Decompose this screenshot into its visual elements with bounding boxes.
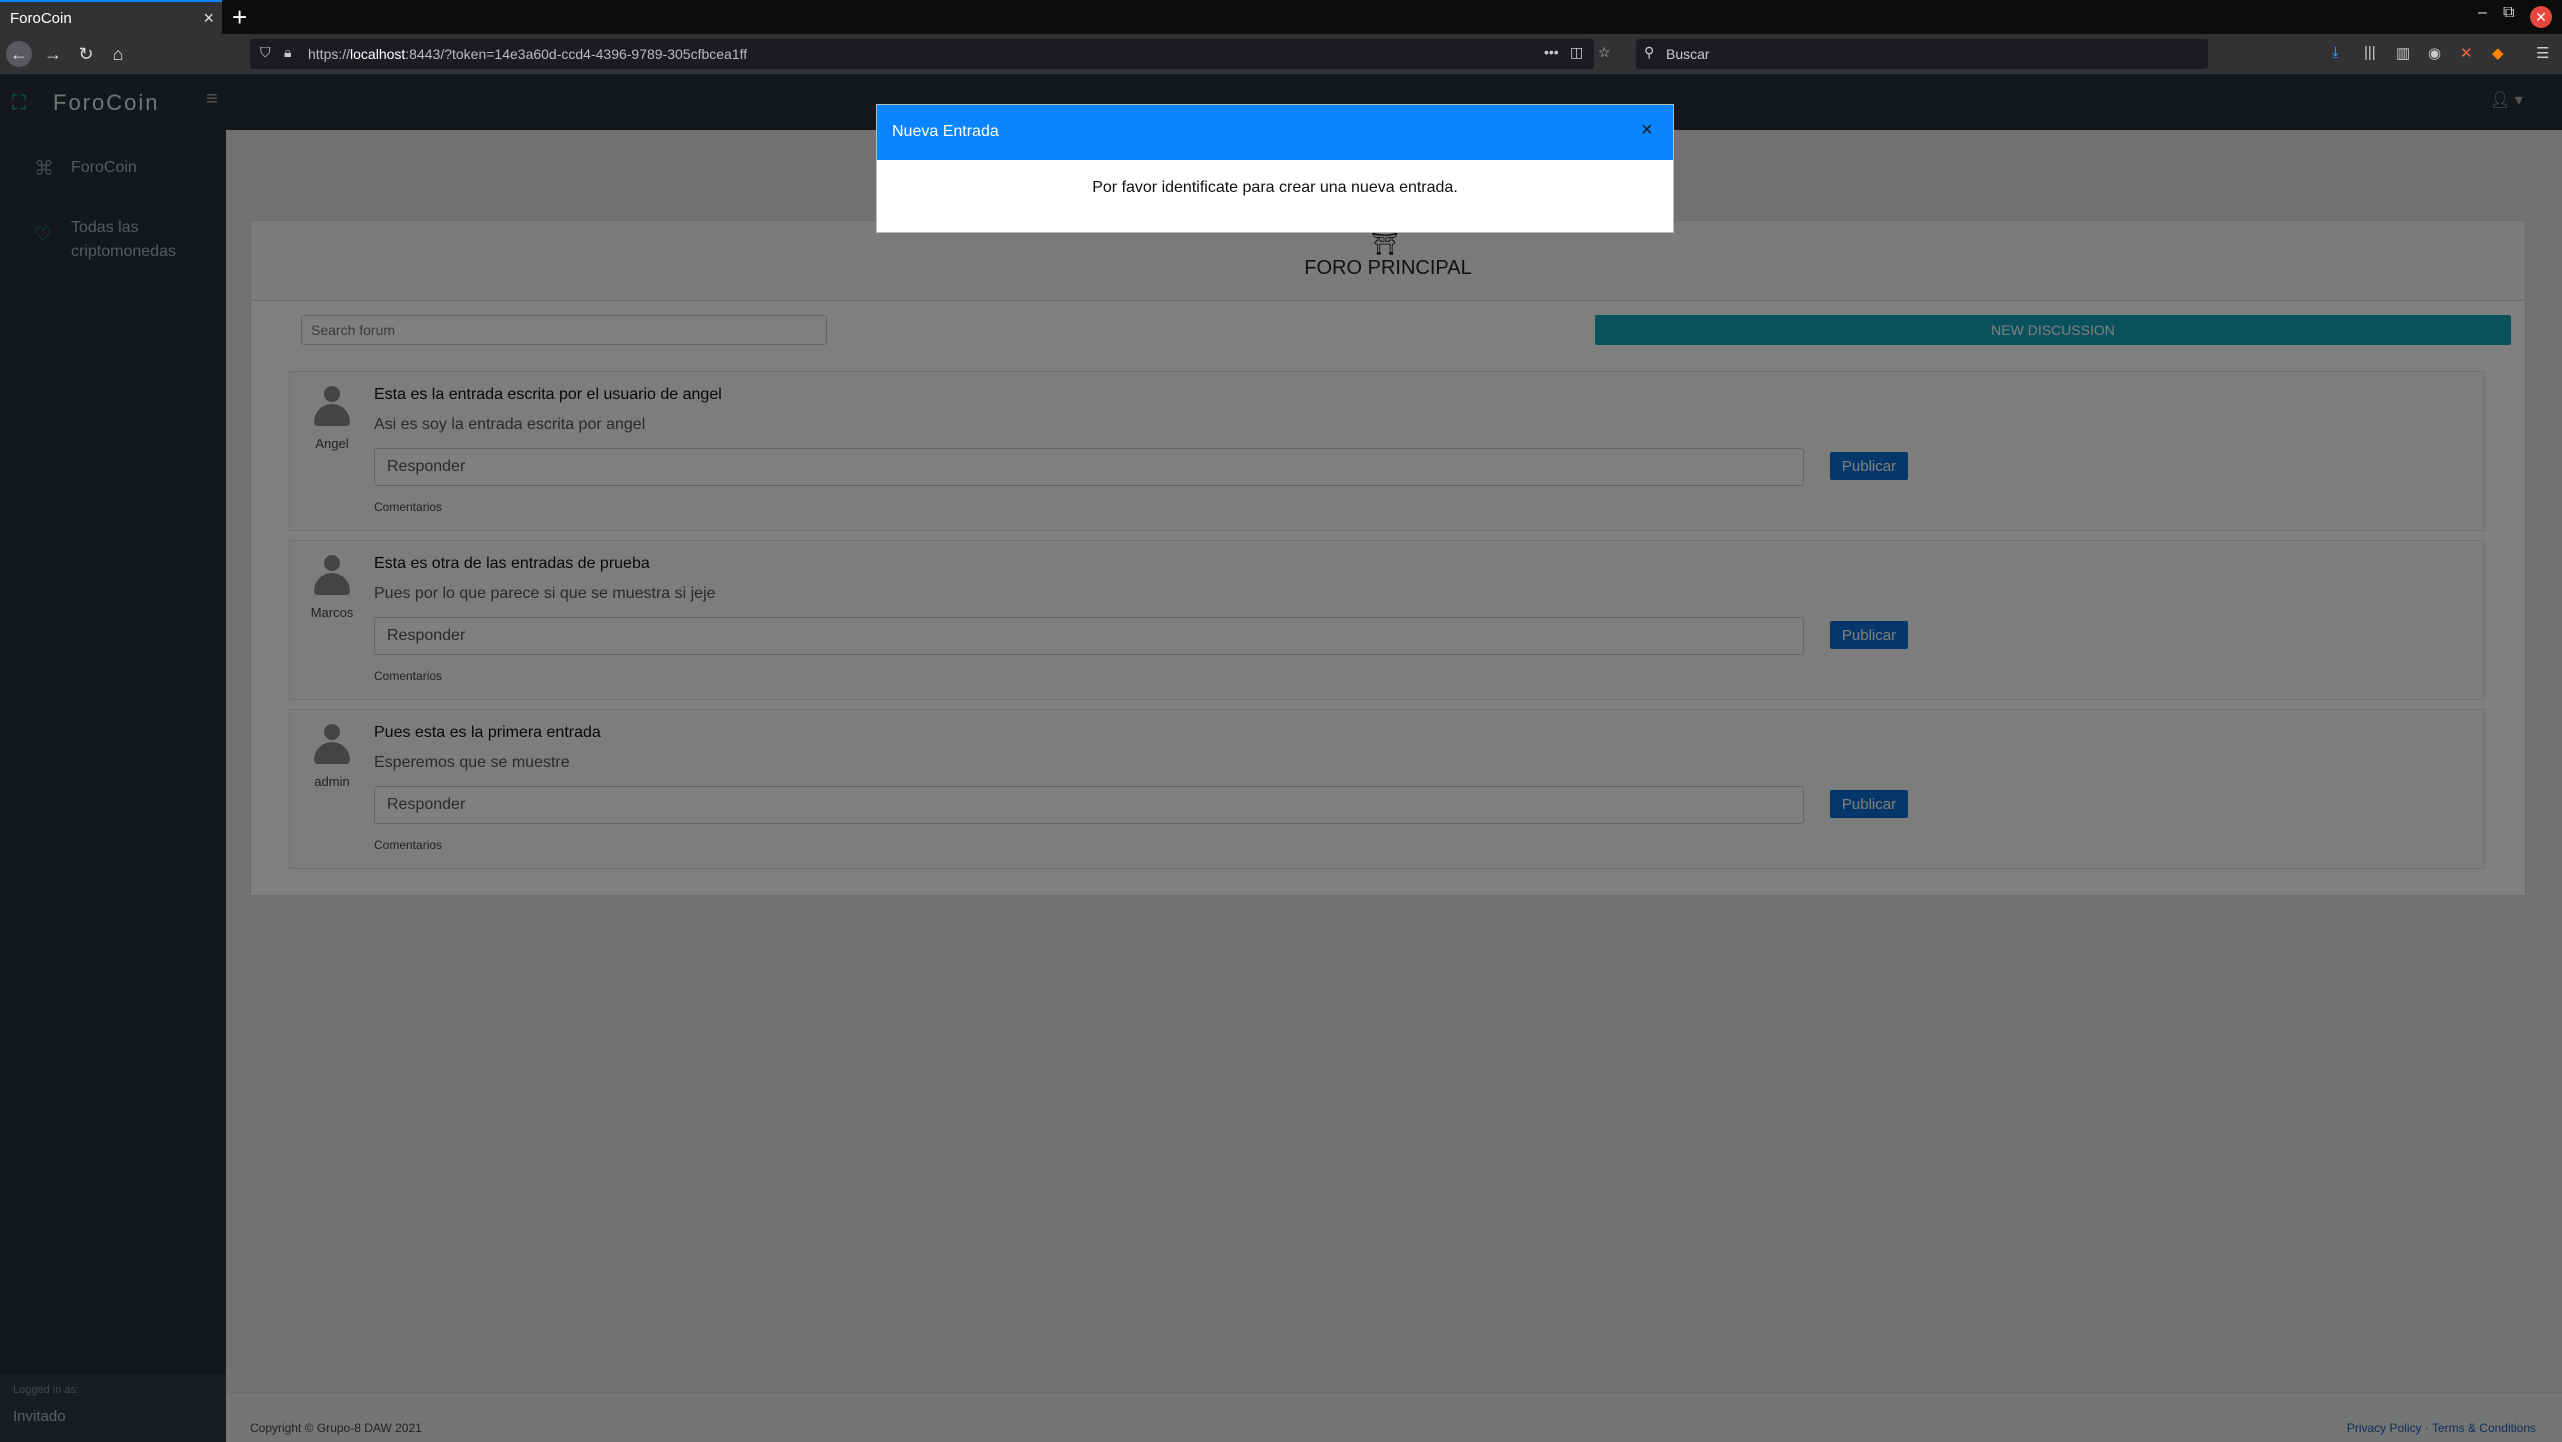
window-close-icon[interactable]: ✕	[2530, 6, 2552, 28]
menu-icon[interactable]: ☰	[2536, 44, 2549, 62]
minimize-icon[interactable]: –	[2478, 4, 2487, 22]
new-entry-modal: Nueva Entrada × Por favor identificate p…	[876, 104, 1674, 233]
search-icon: ⚲	[1644, 44, 1655, 60]
modal-backdrop[interactable]	[0, 74, 2562, 1442]
url-text[interactable]: https://localhost:8443/?token=14e3a60d-c…	[308, 46, 747, 62]
reload-icon[interactable]: ↻	[73, 41, 99, 67]
account-icon[interactable]: ◉	[2428, 44, 2441, 62]
url-bar[interactable]: ⛉ 🔒︎ https://localhost:8443/?token=14e3a…	[250, 39, 1611, 69]
bookmark-star-icon[interactable]: ☆	[1598, 44, 1611, 61]
shield-icon[interactable]: ⛉	[260, 44, 271, 61]
extension-icon[interactable]: ◆	[2492, 44, 2504, 62]
back-arrow-icon[interactable]: ←	[6, 41, 32, 67]
modal-title: Nueva Entrada	[892, 123, 999, 140]
modal-header: Nueva Entrada ×	[877, 105, 1673, 160]
close-icon[interactable]: ×	[1641, 119, 1653, 142]
download-icon[interactable]: ⤓	[2332, 44, 2339, 61]
browser-search-placeholder: Buscar	[1666, 46, 1710, 62]
sidebar-toggle-icon[interactable]: ▥	[2396, 44, 2410, 62]
tab-title: ForoCoin	[10, 10, 72, 27]
restore-icon[interactable]: ⧉	[2503, 4, 2514, 22]
page-actions-icon[interactable]: •••	[1544, 44, 1559, 60]
page-viewport: ⛶ ForoCoin ≡ 👤︎ ▾ ⌘ ForoCoin ♡ Todas las…	[0, 74, 2562, 1442]
browser-tabbar: ForoCoin × + – ⧉ ✕	[0, 0, 2562, 34]
modal-message: Por favor identificate para crear una nu…	[1092, 179, 1458, 196]
home-icon[interactable]: ⌂	[105, 41, 131, 67]
library-icon[interactable]: |||	[2364, 44, 2376, 61]
browser-navbar: ← → ↻ ⌂ ⛉ 🔒︎ https://localhost:8443/?tok…	[0, 34, 2562, 74]
pocket-icon[interactable]: ◫	[1570, 44, 1583, 61]
forward-arrow-icon[interactable]: →	[40, 41, 66, 67]
browser-search-bar[interactable]: ⚲ Buscar	[1636, 39, 2208, 69]
new-tab-button[interactable]: +	[232, 2, 247, 33]
tracking-blocker-icon[interactable]: ✕	[2460, 44, 2473, 62]
browser-tab[interactable]: ForoCoin ×	[0, 0, 222, 34]
lock-icon[interactable]: 🔒︎	[284, 44, 291, 61]
tab-close-icon[interactable]: ×	[203, 8, 214, 29]
